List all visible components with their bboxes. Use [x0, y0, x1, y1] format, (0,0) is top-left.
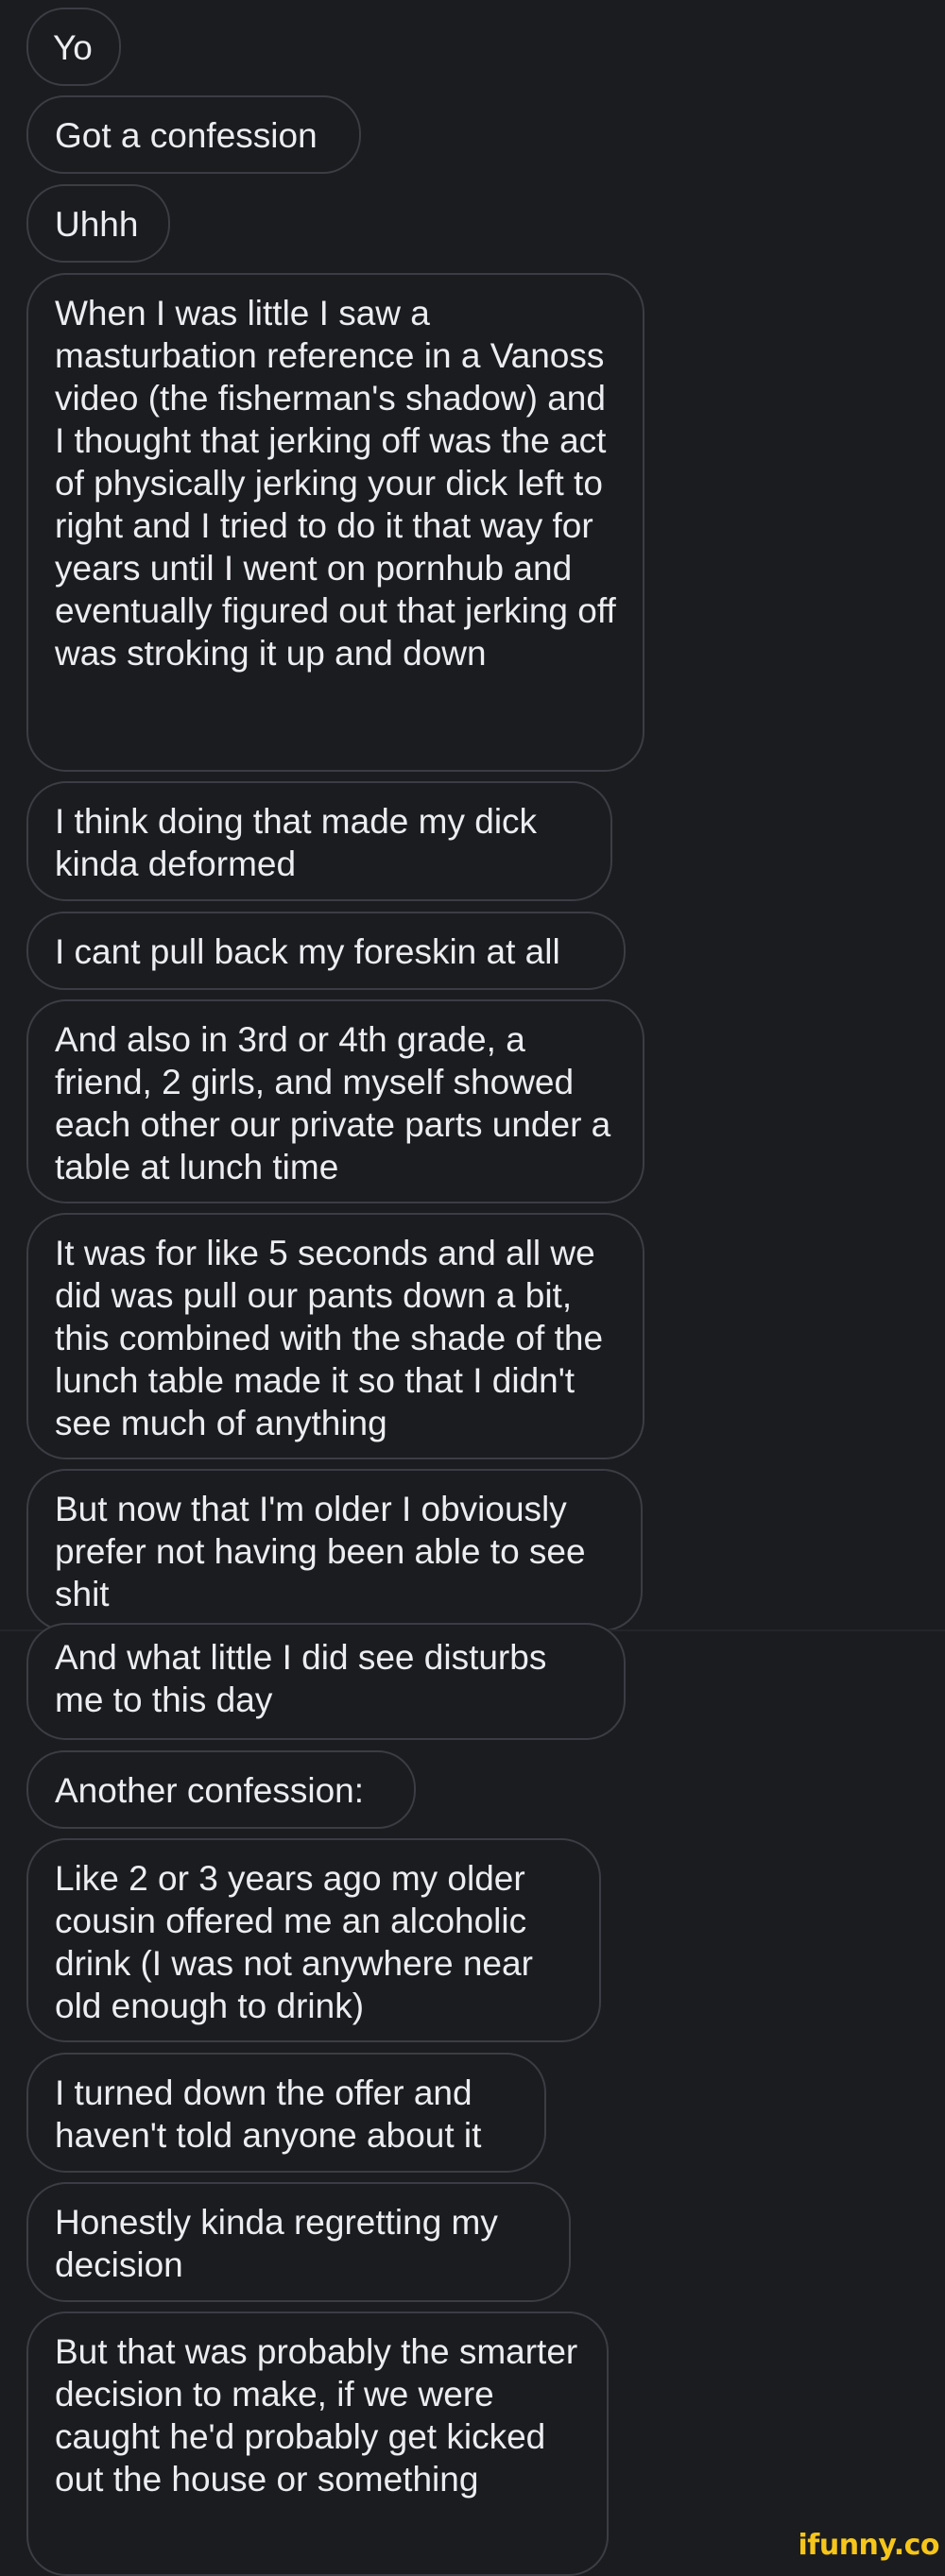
message-bubble[interactable]: When I was little I saw a masturbation r… — [26, 273, 644, 772]
message-bubble[interactable]: Another confession: — [26, 1750, 416, 1829]
message-bubble[interactable]: Got a confession — [26, 95, 361, 174]
watermark-logo: ifunny.co — [798, 2529, 940, 2562]
message-thread: Yo Got a confession Uhhh When I was litt… — [0, 0, 945, 2576]
message-bubble[interactable]: But now that I'm older I obviously prefe… — [26, 1469, 643, 1631]
message-bubble[interactable]: Uhhh — [26, 184, 170, 263]
message-bubble[interactable]: And what little I did see disturbs me to… — [26, 1623, 626, 1740]
message-bubble[interactable]: And also in 3rd or 4th grade, a friend, … — [26, 999, 644, 1203]
message-bubble[interactable]: I turned down the offer and haven't told… — [26, 2053, 546, 2173]
message-bubble[interactable]: Honestly kinda regretting my decision — [26, 2182, 571, 2302]
message-bubble[interactable]: Yo — [26, 8, 121, 86]
message-bubble[interactable]: But that was probably the smarter decisi… — [26, 2312, 609, 2576]
message-bubble[interactable]: It was for like 5 seconds and all we did… — [26, 1213, 644, 1459]
message-bubble[interactable]: I cant pull back my foreskin at all — [26, 912, 626, 990]
message-bubble[interactable]: Like 2 or 3 years ago my older cousin of… — [26, 1838, 601, 2042]
message-bubble[interactable]: I think doing that made my dick kinda de… — [26, 781, 612, 901]
